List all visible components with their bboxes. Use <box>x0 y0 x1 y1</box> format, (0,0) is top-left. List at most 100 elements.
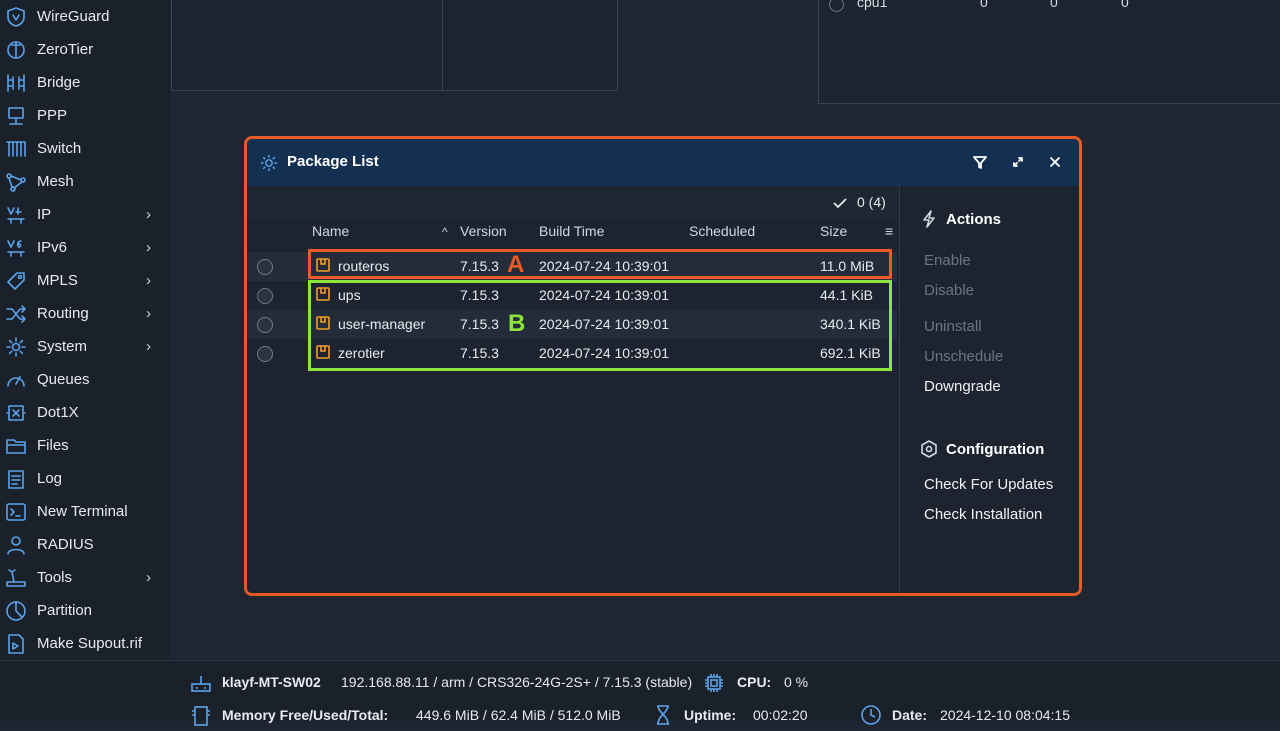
sidebar-item-dot1x[interactable]: Dot1X <box>0 396 170 429</box>
unschedule-button[interactable]: Unschedule <box>924 348 1003 365</box>
cpu-value-cell: 0 <box>1050 0 1058 10</box>
partition-icon <box>5 600 27 622</box>
column-header-build-time[interactable]: Build Time <box>539 223 604 239</box>
sidebar-item-switch[interactable]: Switch <box>0 132 170 165</box>
chevron-right-icon: › <box>146 239 151 256</box>
cpu-name-cell: cpu1 <box>857 0 888 10</box>
column-header-scheduled[interactable]: Scheduled <box>689 223 755 239</box>
filter-button[interactable] <box>969 151 991 173</box>
close-button[interactable] <box>1044 151 1066 173</box>
sidebar-item-queues[interactable]: Queues <box>0 363 170 396</box>
selection-count-bar: 0 (4) <box>247 186 897 218</box>
sidebar-item-new-terminal[interactable]: New Terminal <box>0 495 170 528</box>
highlight-box-b <box>308 280 892 371</box>
sidebar-item-radius[interactable]: RADIUS <box>0 528 170 561</box>
column-header-name[interactable]: Name <box>312 223 349 239</box>
enable-button[interactable]: Enable <box>924 252 971 269</box>
highlight-box-a <box>308 249 892 279</box>
log-icon <box>5 468 27 490</box>
checkmark-icon <box>832 195 848 211</box>
sidebar-item-label: Routing <box>37 305 89 322</box>
sort-ascending-icon[interactable]: ^ <box>442 225 448 239</box>
row-checkbox[interactable] <box>257 346 273 362</box>
sidebar-item-label: Tools <box>37 569 73 586</box>
sidebar-item-wireguard[interactable]: WireGuard <box>0 0 170 33</box>
uninstall-button[interactable]: Uninstall <box>924 318 982 335</box>
supout-file-icon <box>5 633 27 655</box>
maximize-button[interactable] <box>1007 151 1029 173</box>
panel-divider <box>442 0 443 90</box>
sidebar-item-label: ZeroTier <box>37 41 94 58</box>
disable-button[interactable]: Disable <box>924 282 974 299</box>
sidebar-item-label: IPv6 <box>37 239 68 256</box>
actions-title: Actions <box>946 211 1002 228</box>
hostname: klayf-MT-SW02 <box>222 674 321 690</box>
gear-icon <box>259 153 279 173</box>
sidebar-item-label: New Terminal <box>37 503 128 520</box>
switch-icon <box>5 138 27 160</box>
sidebar-item-mesh[interactable]: Mesh <box>0 165 170 198</box>
sidebar-item-ipv6[interactable]: IPv6 › <box>0 231 170 264</box>
cpu-value-cell: 0 <box>980 0 988 10</box>
sidebar-item-mpls[interactable]: MPLS › <box>0 264 170 297</box>
row-checkbox[interactable] <box>257 259 273 275</box>
column-header-version[interactable]: Version <box>460 223 507 239</box>
sidebar-item-label: MPLS <box>37 272 78 289</box>
sidebar-item-partition[interactable]: Partition <box>0 594 170 627</box>
cpu-label: CPU: <box>737 674 772 690</box>
cpu-value: 0 % <box>784 674 809 690</box>
chevron-right-icon: › <box>146 569 151 586</box>
check-for-updates-button[interactable]: Check For Updates <box>924 476 1053 493</box>
sidebar-item-label: Partition <box>37 602 93 619</box>
sidebar-item-routing[interactable]: Routing › <box>0 297 170 330</box>
ipv6-icon <box>5 237 27 259</box>
hourglass-icon <box>652 704 674 726</box>
column-header-size[interactable]: Size <box>820 223 847 239</box>
chevron-right-icon: › <box>146 305 151 322</box>
cpu-chip-icon <box>703 672 725 694</box>
close-icon <box>1050 157 1060 167</box>
downgrade-button[interactable]: Downgrade <box>924 378 1001 395</box>
sidebar-item-label: Mesh <box>37 173 74 190</box>
background-panel-left <box>171 0 618 91</box>
terminal-icon <box>5 501 27 523</box>
column-menu-icon[interactable]: ≡ <box>885 223 893 239</box>
row-checkbox[interactable] <box>829 0 844 12</box>
sidebar-item-log[interactable]: Log <box>0 462 170 495</box>
wireguard-icon <box>5 6 27 28</box>
chevron-right-icon: › <box>146 338 151 355</box>
sidebar: WireGuard ZeroTier Bridge PPP Switch Mes… <box>0 0 170 660</box>
sidebar-item-label: WireGuard <box>37 8 110 25</box>
row-checkbox[interactable] <box>257 317 273 333</box>
sidebar-item-label: System <box>37 338 88 355</box>
sidebar-item-files[interactable]: Files <box>0 429 170 462</box>
sidebar-item-make-supout[interactable]: Make Supout.rif <box>0 627 170 660</box>
chevron-right-icon: › <box>146 272 151 289</box>
sidebar-item-zerotier[interactable]: ZeroTier <box>0 33 170 66</box>
sidebar-item-ppp[interactable]: PPP <box>0 99 170 132</box>
date-value: 2024-12-10 08:04:15 <box>940 707 1070 723</box>
zerotier-icon <box>5 39 27 61</box>
radius-users-icon <box>5 534 27 556</box>
sidebar-item-label: Make Supout.rif <box>37 635 143 652</box>
selection-count: 0 (4) <box>857 194 886 210</box>
sidebar-item-system[interactable]: System › <box>0 330 170 363</box>
memory-value: 449.6 MiB / 62.4 MiB / 512.0 MiB <box>416 707 621 723</box>
queues-gauge-icon <box>5 369 27 391</box>
background-panel-right: cpu1 0 0 0 <box>818 0 1280 104</box>
filter-icon <box>973 156 987 169</box>
sidebar-item-label: Queues <box>37 371 90 388</box>
sidebar-item-tools[interactable]: Tools › <box>0 561 170 594</box>
mpls-icon <box>5 270 27 292</box>
row-checkbox[interactable] <box>257 288 273 304</box>
actions-panel: Actions Enable Disable Uninstall Unsched… <box>899 186 1079 593</box>
memory-label: Memory Free/Used/Total: <box>222 707 389 723</box>
memory-icon <box>190 704 212 726</box>
sidebar-item-ip[interactable]: IP › <box>0 198 170 231</box>
sidebar-item-bridge[interactable]: Bridge <box>0 66 170 99</box>
status-bar: klayf-MT-SW02 192.168.88.11 / arm / CRS3… <box>0 660 1280 726</box>
bridge-icon <box>5 72 27 94</box>
check-installation-button[interactable]: Check Installation <box>924 506 1042 523</box>
clock-icon <box>860 704 882 726</box>
uptime-label: Uptime: <box>684 707 737 723</box>
